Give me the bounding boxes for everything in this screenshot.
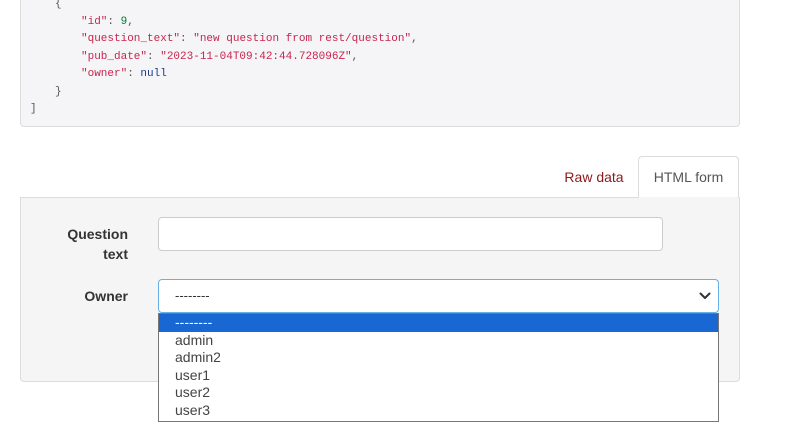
owner-option[interactable]: --------: [159, 314, 718, 332]
json-line: {: [55, 0, 62, 13]
owner-option[interactable]: user1: [159, 367, 718, 385]
json-line: "owner": null: [81, 66, 167, 83]
json-token-punct: ,: [411, 33, 418, 45]
json-token-punct: :: [147, 50, 161, 63]
chevron-down-icon: [699, 292, 711, 299]
json-token-str: "2023-11-04T09:42:44.728096Z": [160, 50, 352, 63]
owner-label: Owner: [84, 288, 128, 304]
json-token-punct: ,: [351, 50, 359, 63]
owner-dropdown-list: -------- admin admin2 user1 user2 user3: [158, 313, 719, 422]
json-line: "id": 9,: [81, 14, 134, 31]
owner-select-value: --------: [175, 288, 210, 303]
json-token-key: "pub_date": [81, 50, 148, 63]
json-token-punct: :: [127, 68, 141, 80]
question-text-label: Question text: [67, 226, 128, 262]
json-line: "question_text": "new question from rest…: [81, 31, 418, 48]
json-response-panel: {"id": 9, "question_text": "new question …: [20, 0, 740, 127]
question-text-input[interactable]: [158, 217, 663, 251]
json-token-null: null: [140, 68, 167, 80]
json-token-key: "id": [81, 15, 108, 28]
json-token-punct: {: [55, 0, 62, 10]
json-line: "pub_date": "2023-11-04T09:42:44.728096Z…: [81, 49, 358, 66]
owner-option[interactable]: user2: [159, 384, 718, 402]
json-token-key: "question_text": [81, 33, 181, 45]
json-line: ]: [30, 101, 37, 118]
json-line: }: [55, 84, 62, 101]
owner-option[interactable]: admin: [159, 332, 718, 350]
json-token-str: "new question from rest/question": [193, 33, 412, 45]
owner-option[interactable]: user3: [159, 402, 718, 420]
tab-html-form[interactable]: HTML form: [638, 156, 739, 198]
json-token-punct: ]: [30, 103, 37, 115]
owner-option[interactable]: admin2: [159, 349, 718, 367]
tab-raw-data[interactable]: Raw data: [552, 157, 636, 197]
owner-select[interactable]: --------: [158, 279, 719, 313]
json-token-punct: :: [107, 15, 121, 28]
json-token-key: "owner": [81, 68, 128, 80]
json-token-punct: ,: [127, 15, 134, 28]
json-token-punct: }: [55, 85, 62, 98]
json-token-punct: :: [180, 33, 194, 45]
